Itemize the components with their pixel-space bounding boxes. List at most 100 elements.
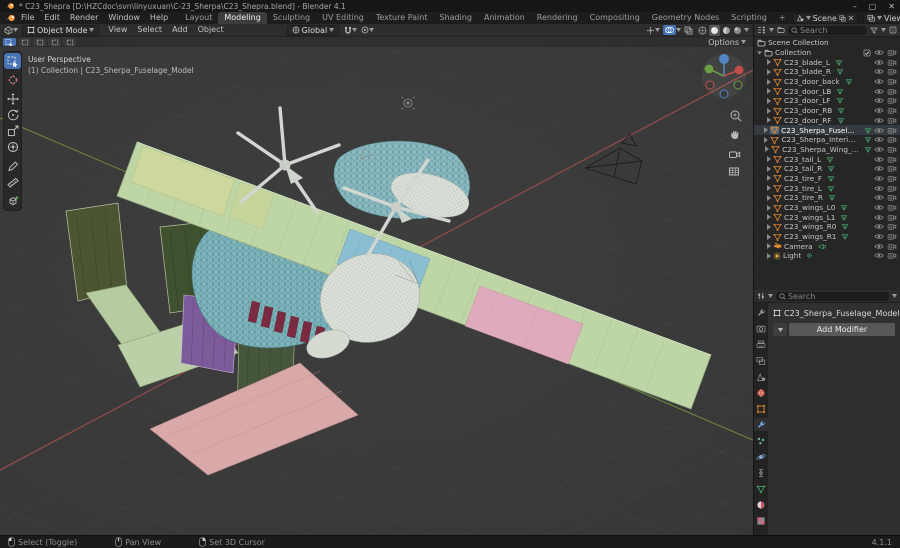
hide-eye-icon[interactable]	[874, 243, 884, 250]
select-invert-icon[interactable]	[63, 38, 76, 46]
outliner-item-C23_Sherpa_Interior_Model[interactable]: C23_Sherpa_Interior_Model	[754, 135, 900, 145]
snap-magnet-icon[interactable]	[344, 26, 352, 35]
new-scene-icon[interactable]	[839, 15, 846, 22]
maximize-button[interactable]: ▢	[869, 2, 877, 11]
workspace-tab-geometry-nodes[interactable]: Geometry Nodes	[646, 12, 725, 24]
disable-render-icon[interactable]	[887, 252, 897, 259]
hide-eye-icon[interactable]	[874, 223, 884, 230]
outliner-item-C23_tire_R[interactable]: C23_tire_R	[754, 193, 900, 203]
expand-icon[interactable]	[766, 175, 771, 181]
properties-tab-scene[interactable]	[754, 370, 768, 383]
workspace-tab-uv-editing[interactable]: UV Editing	[316, 12, 370, 24]
expand-icon[interactable]	[766, 166, 771, 172]
disable-render-icon[interactable]	[887, 185, 897, 192]
chevron-down-icon[interactable]	[744, 28, 749, 32]
expand-icon[interactable]	[757, 51, 762, 55]
workspace-tab-modeling[interactable]: Modeling	[218, 12, 266, 24]
outliner-search-input[interactable]: Search	[788, 26, 867, 35]
expand-icon[interactable]	[766, 69, 771, 75]
workspace-tab-texture-paint[interactable]: Texture Paint	[370, 12, 434, 24]
select-set-icon[interactable]	[18, 38, 31, 46]
outliner-item-C23_wings_L1[interactable]: C23_wings_L1	[754, 212, 900, 222]
hide-eye-icon[interactable]	[874, 49, 884, 56]
tool-scale[interactable]	[4, 123, 21, 139]
hide-eye-icon[interactable]	[874, 127, 884, 134]
expand-icon[interactable]	[766, 79, 771, 85]
shading-material-icon[interactable]	[722, 26, 731, 35]
select-subtract-icon[interactable]	[48, 38, 61, 46]
camera-view-icon[interactable]	[730, 152, 740, 158]
expand-icon[interactable]	[766, 117, 771, 123]
outliner-item-C23_tail_L[interactable]: C23_tail_L	[754, 154, 900, 164]
expand-icon[interactable]	[766, 156, 771, 162]
add-modifier-button[interactable]: Add Modifier	[789, 323, 895, 336]
tool-measure[interactable]	[4, 174, 21, 190]
disable-render-icon[interactable]	[887, 136, 897, 143]
workspace-tab-sculpting[interactable]: Sculpting	[267, 12, 316, 24]
disable-render-icon[interactable]	[887, 59, 897, 66]
workspace-tab-scripting[interactable]: Scripting	[725, 12, 773, 24]
shading-wireframe-icon[interactable]	[698, 26, 707, 35]
properties-tab-render[interactable]	[754, 322, 768, 335]
expand-icon[interactable]	[764, 137, 768, 143]
select-extend-icon[interactable]	[33, 38, 46, 46]
workspace-tab-shading[interactable]: Shading	[433, 12, 478, 24]
outliner-item-C23_door_LB[interactable]: C23_door_LB	[754, 86, 900, 96]
viewport-canvas[interactable]: User Perspective (1) Collection | C23_Sh…	[0, 47, 753, 535]
close-button[interactable]: ✕	[888, 2, 895, 11]
hide-eye-icon[interactable]	[874, 204, 884, 211]
add-workspace-button[interactable]: +	[773, 12, 792, 24]
viewport-menu-object[interactable]: Object	[193, 24, 229, 36]
menu-edit[interactable]: Edit	[39, 12, 65, 24]
view-layer-selector[interactable]: ViewLayer	[863, 13, 900, 24]
menu-render[interactable]: Render	[65, 12, 103, 24]
orientation-dropdown[interactable]: Global	[287, 25, 340, 36]
hide-eye-icon[interactable]	[874, 233, 884, 240]
expand-icon[interactable]	[766, 185, 771, 191]
expand-icon[interactable]	[766, 195, 771, 201]
disable-render-icon[interactable]	[887, 146, 897, 153]
filter-icon[interactable]	[870, 27, 878, 34]
outliner-options-icon[interactable]	[889, 26, 897, 34]
chevron-down-icon[interactable]	[676, 28, 681, 32]
hide-eye-icon[interactable]	[874, 214, 884, 221]
scene-selector[interactable]: Scene	[792, 13, 858, 24]
shading-rendered-icon[interactable]	[733, 26, 742, 35]
hide-eye-icon[interactable]	[874, 156, 884, 163]
outliner-item-C23_blade_L[interactable]: C23_blade_L	[754, 57, 900, 67]
gizmo-z-axis[interactable]	[719, 54, 729, 64]
properties-tab-material[interactable]	[754, 498, 768, 511]
disable-render-icon[interactable]	[887, 117, 897, 124]
disable-render-icon[interactable]	[887, 223, 897, 230]
outliner-item-C23_wings_L0[interactable]: C23_wings_L0	[754, 203, 900, 213]
orientation-gizmo[interactable]	[702, 54, 746, 98]
expand-icon[interactable]	[766, 224, 771, 230]
hide-eye-icon[interactable]	[874, 252, 884, 259]
gizmo-x-axis[interactable]	[735, 66, 744, 75]
hide-eye-icon[interactable]	[874, 146, 884, 153]
workspace-tab-layout[interactable]: Layout	[179, 12, 218, 24]
expand-icon[interactable]	[766, 234, 771, 240]
pan-view-icon[interactable]	[731, 131, 738, 139]
gizmo-z-neg[interactable]	[720, 90, 728, 98]
disable-render-icon[interactable]	[887, 107, 897, 114]
expand-icon[interactable]	[765, 146, 769, 152]
chevron-down-icon[interactable]	[892, 294, 897, 298]
hide-eye-icon[interactable]	[874, 117, 884, 124]
disable-render-icon[interactable]	[887, 49, 897, 56]
minimize-button[interactable]: –	[853, 2, 857, 11]
outliner-editor-icon[interactable]	[757, 26, 766, 34]
hide-eye-icon[interactable]	[874, 175, 884, 182]
blender-menu-icon[interactable]	[5, 14, 16, 22]
outliner-item-C23_door_RF[interactable]: C23_door_RF	[754, 116, 900, 126]
outliner-item-C23_wings_R0[interactable]: C23_wings_R0	[754, 222, 900, 232]
gizmo-y-axis[interactable]	[705, 65, 714, 74]
workspace-tab-rendering[interactable]: Rendering	[531, 12, 584, 24]
expand-icon[interactable]	[766, 59, 771, 65]
tool-select-box[interactable]	[4, 53, 21, 69]
tool-move[interactable]	[4, 91, 21, 107]
properties-tab-particles[interactable]	[754, 434, 768, 447]
show-gizmo-icon[interactable]	[646, 26, 655, 35]
properties-tab-object-data[interactable]	[754, 482, 768, 495]
expand-icon[interactable]	[766, 253, 771, 259]
